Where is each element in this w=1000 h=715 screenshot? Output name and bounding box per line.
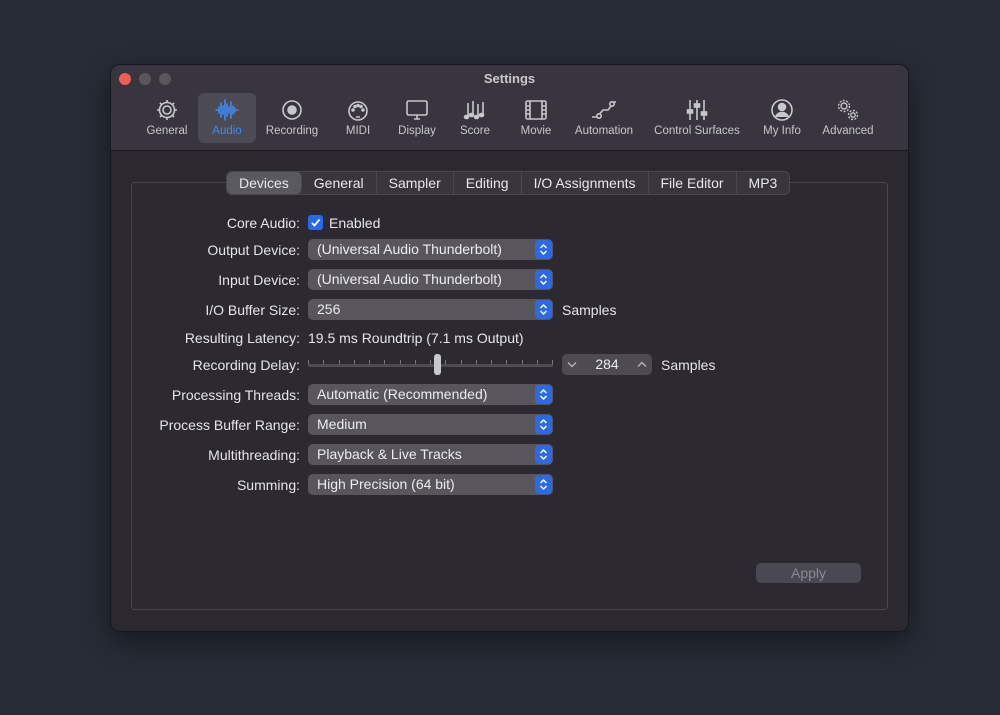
input-device-popup[interactable]: (Universal Audio Thunderbolt): [308, 269, 553, 290]
toolbar-item-score[interactable]: Score: [453, 93, 497, 143]
automation-curve-icon: [592, 101, 616, 119]
processing-threads-row: Processing Threads: Automatic (Recommend…: [111, 384, 908, 406]
toolbar-item-midi[interactable]: MIDI: [336, 93, 380, 143]
toolbar-label: My Info: [763, 125, 801, 137]
process-buffer-range-row: Process Buffer Range: Medium: [111, 414, 908, 436]
buffer-size-label: I/O Buffer Size:: [205, 302, 300, 318]
summing-popup[interactable]: High Precision (64 bit): [308, 474, 553, 495]
input-device-value: (Universal Audio Thunderbolt): [317, 271, 502, 287]
latency-row: Resulting Latency: 19.5 ms Roundtrip (7.…: [111, 327, 908, 349]
process-buffer-range-value: Medium: [317, 416, 367, 432]
latency-value: 19.5 ms Roundtrip (7.1 ms Output): [308, 330, 524, 346]
multithreading-popup[interactable]: Playback & Live Tracks: [308, 444, 553, 465]
output-device-label: Output Device:: [207, 242, 300, 258]
tab-file-editor[interactable]: File Editor: [649, 172, 737, 194]
updown-chevron-icon: [535, 300, 552, 319]
slider-track: [308, 364, 553, 367]
person-icon: [771, 99, 793, 121]
toolbar-label: MIDI: [345, 125, 371, 137]
waveform-icon: [215, 99, 239, 121]
monitor-icon: [406, 100, 428, 120]
recording-delay-row: Recording Delay: 284 Samples: [111, 354, 908, 376]
slider-thumb[interactable]: [434, 354, 441, 375]
updown-chevron-icon: [535, 240, 552, 259]
toolbar-item-recording[interactable]: Recording: [261, 93, 323, 143]
tab-bar: Devices General Sampler Editing I/O Assi…: [226, 171, 791, 195]
film-icon: [525, 100, 547, 120]
tab-mp3[interactable]: MP3: [737, 172, 790, 194]
core-audio-checkbox[interactable]: [308, 215, 323, 230]
buffer-size-row: I/O Buffer Size: 256 Samples: [111, 299, 908, 321]
record-icon: [282, 100, 302, 120]
tab-general[interactable]: General: [302, 172, 377, 194]
summing-label: Summing:: [236, 477, 300, 493]
updown-chevron-icon: [535, 270, 552, 289]
toolbar-label: Score: [459, 125, 491, 137]
toolbar-item-general[interactable]: General: [141, 93, 193, 143]
faders-icon: [686, 100, 708, 120]
output-device-value: (Universal Audio Thunderbolt): [317, 241, 502, 257]
toolbar-label: Audio: [212, 125, 242, 137]
toolbar-label: Automation: [574, 125, 634, 137]
chevron-up-icon[interactable]: [635, 354, 649, 375]
process-buffer-range-popup[interactable]: Medium: [308, 414, 553, 435]
window-title: Settings: [483, 71, 536, 86]
toolbar-item-my-info[interactable]: My Info: [758, 93, 806, 143]
midi-port-icon: [348, 101, 368, 121]
toolbar-item-movie[interactable]: Movie: [513, 93, 559, 143]
recording-delay-stepper[interactable]: 284: [562, 354, 652, 375]
toolbar-label: Advanced: [822, 125, 874, 137]
latency-label: Resulting Latency:: [184, 330, 300, 346]
checkmark-icon: [311, 218, 321, 227]
gear-icon: [157, 100, 177, 120]
summing-value: High Precision (64 bit): [317, 476, 455, 492]
updown-chevron-icon: [535, 445, 552, 464]
settings-window: Settings General Audio Recording MIDI Di…: [110, 64, 909, 632]
output-device-row: Output Device: (Universal Audio Thunderb…: [111, 239, 908, 261]
recording-delay-slider[interactable]: [308, 354, 553, 376]
toolbar-label: Recording: [265, 125, 319, 137]
tab-io-assignments[interactable]: I/O Assignments: [522, 172, 649, 194]
processing-threads-value: Automatic (Recommended): [317, 386, 488, 402]
updown-chevron-icon: [535, 415, 552, 434]
input-device-label: Input Device:: [218, 272, 300, 288]
toolbar-item-display[interactable]: Display: [393, 93, 441, 143]
multithreading-label: Multithreading:: [208, 447, 300, 463]
buffer-size-value: 256: [317, 301, 341, 317]
processing-threads-popup[interactable]: Automatic (Recommended): [308, 384, 553, 405]
buffer-size-popup[interactable]: 256: [308, 299, 553, 320]
processing-threads-label: Processing Threads:: [171, 387, 300, 403]
core-audio-label: Core Audio:: [226, 215, 300, 231]
multithreading-value: Playback & Live Tracks: [317, 446, 462, 462]
recording-delay-label: Recording Delay:: [192, 357, 300, 373]
tab-editing[interactable]: Editing: [454, 172, 522, 194]
toolbar-item-control-surfaces[interactable]: Control Surfaces: [649, 93, 745, 143]
music-notes-icon: [463, 101, 485, 120]
buffer-size-unit: Samples: [562, 302, 617, 318]
core-audio-row: Core Audio: Enabled: [111, 212, 908, 234]
titlebar: Settings General Audio Recording MIDI Di…: [111, 65, 908, 151]
core-audio-value: Enabled: [329, 215, 381, 231]
toolbar-item-advanced[interactable]: Advanced: [816, 93, 880, 143]
tab-devices[interactable]: Devices: [227, 172, 302, 194]
multithreading-row: Multithreading: Playback & Live Tracks: [111, 444, 908, 466]
input-device-row: Input Device: (Universal Audio Thunderbo…: [111, 269, 908, 291]
summing-row: Summing: High Precision (64 bit): [111, 474, 908, 496]
output-device-popup[interactable]: (Universal Audio Thunderbolt): [308, 239, 553, 260]
process-buffer-range-label: Process Buffer Range:: [159, 417, 300, 433]
gears-icon: [837, 99, 859, 121]
recording-delay-unit: Samples: [661, 357, 716, 373]
toolbar-label: Display: [398, 125, 436, 137]
apply-button[interactable]: Apply: [756, 563, 861, 583]
updown-chevron-icon: [535, 385, 552, 404]
updown-chevron-icon: [535, 475, 552, 494]
toolbar-item-automation[interactable]: Automation: [571, 93, 637, 143]
toolbar-label: General: [146, 125, 188, 137]
tab-sampler[interactable]: Sampler: [377, 172, 454, 194]
toolbar-item-audio[interactable]: Audio: [198, 93, 256, 143]
toolbar-label: Control Surfaces: [654, 125, 740, 137]
toolbar-label: Movie: [520, 125, 552, 137]
